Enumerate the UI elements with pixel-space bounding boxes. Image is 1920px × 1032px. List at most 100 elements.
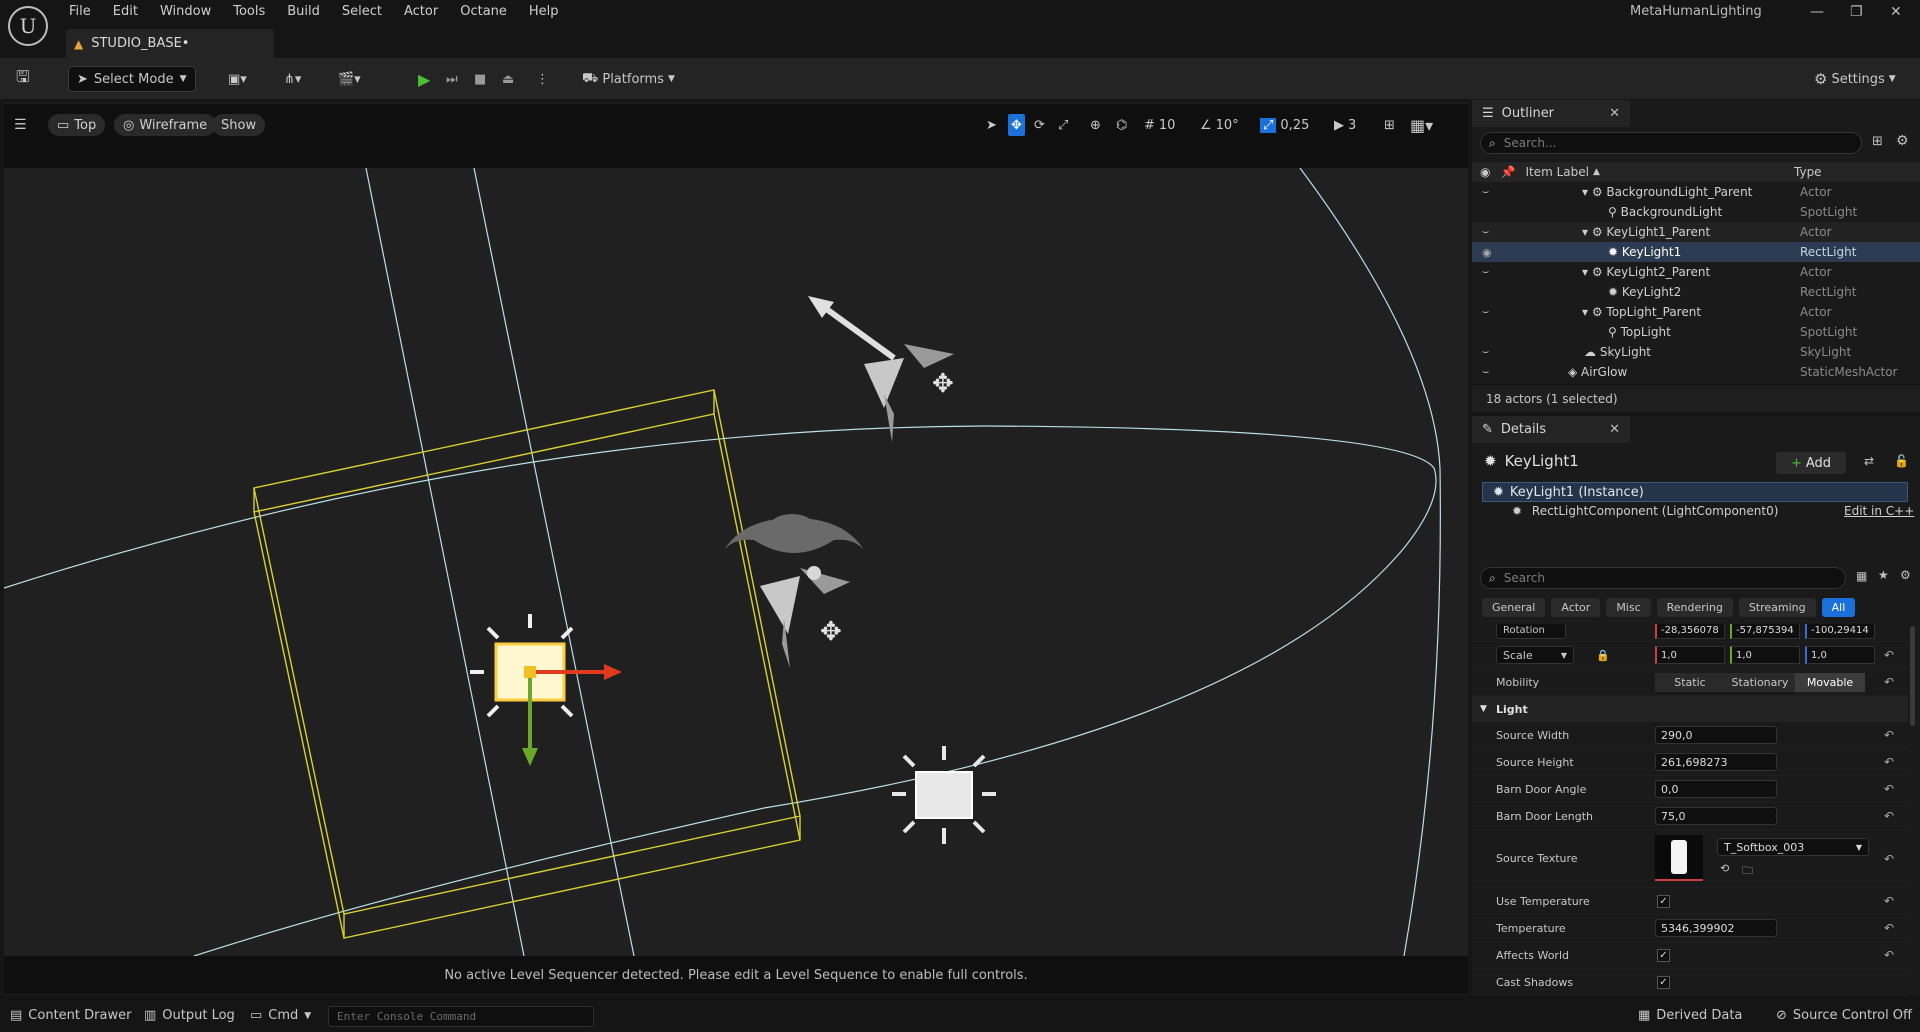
outliner-row[interactable]: ✹ KeyLight2 RectLight	[1472, 282, 1920, 302]
step-icon[interactable]: ⏭	[446, 66, 458, 92]
viewport-layout-icon[interactable]: ▦▾	[1410, 114, 1433, 136]
blueprint-icon[interactable]: ⇄	[1864, 454, 1874, 468]
stop-icon[interactable]: ■	[474, 66, 486, 92]
add-content-icon[interactable]: ▣▾	[228, 66, 247, 92]
menu-tools[interactable]: Tools	[222, 3, 276, 21]
scale-snap-button[interactable]: ⤢ 0,25	[1260, 114, 1309, 136]
menu-help[interactable]: Help	[518, 3, 570, 21]
outliner-row[interactable]: ⚲ TopLight SpotLight	[1472, 322, 1920, 342]
col-type[interactable]: Type	[1794, 165, 1822, 179]
hamburger-menu-icon[interactable]: ☰	[14, 114, 27, 136]
view-type-button[interactable]: ▭ Top	[48, 114, 106, 136]
reset-icon[interactable]: ↶	[1884, 648, 1894, 662]
cast-shadows-checkbox[interactable]: ✓	[1657, 975, 1670, 989]
show-button[interactable]: Show	[212, 114, 266, 136]
outliner-search-input[interactable]: ⌕ Search...	[1480, 132, 1862, 154]
add-component-button[interactable]: + Add	[1776, 452, 1846, 474]
unreal-logo-icon[interactable]: U	[8, 6, 48, 46]
reset-icon[interactable]: ↶	[1884, 755, 1894, 769]
play-icon[interactable]: ▶	[418, 66, 430, 92]
scale-tool-icon[interactable]: ⤢	[1058, 114, 1068, 136]
filter-actor[interactable]: Actor	[1551, 598, 1601, 617]
reset-icon[interactable]: ↶	[1884, 852, 1894, 866]
select-mode-dropdown[interactable]: ➤ Select Mode ▼	[68, 66, 196, 92]
visibility-icon[interactable]: ⌣	[1482, 225, 1489, 239]
rotation-dropdown[interactable]: Rotation	[1496, 624, 1566, 639]
visibility-icon[interactable]: ⌣	[1482, 365, 1489, 379]
visibility-icon[interactable]: ◉	[1480, 165, 1490, 179]
derived-data-button[interactable]: ▦ Derived Data	[1638, 1008, 1742, 1023]
source-width-input[interactable]: 290,0	[1655, 726, 1777, 744]
more-options-icon[interactable]: ⋮	[536, 66, 549, 92]
lock-icon[interactable]: 🔒	[1596, 649, 1610, 662]
new-folder-icon[interactable]: ⊞	[1872, 134, 1883, 149]
translate-tool-icon[interactable]: ✥	[1008, 114, 1025, 136]
reset-icon[interactable]: ↶	[1884, 948, 1894, 962]
use-temperature-checkbox[interactable]: ✓	[1657, 894, 1670, 908]
mobility-movable[interactable]: Movable	[1795, 673, 1865, 692]
outliner-row[interactable]: ⌣ ▾ ⚙ KeyLight1_Parent Actor	[1472, 222, 1920, 242]
expand-icon[interactable]: ▾	[1582, 305, 1592, 319]
visibility-icon[interactable]: ⌣	[1482, 265, 1489, 279]
grid-snap-button[interactable]: # 10	[1144, 114, 1175, 136]
outliner-row[interactable]: ⌣ ▾ ⚙ KeyLight2_Parent Actor	[1472, 262, 1920, 282]
col-item-label[interactable]: Item Label	[1525, 165, 1589, 179]
visibility-icon[interactable]: ◉	[1482, 246, 1492, 259]
keylight2-icon[interactable]	[892, 746, 996, 844]
gear-icon[interactable]: ⚙	[1900, 568, 1911, 582]
scale-dropdown[interactable]: Scale ▼	[1496, 646, 1574, 664]
pin-icon[interactable]: 📌	[1500, 165, 1515, 179]
settings-button[interactable]: ⚙ Settings ▼	[1814, 66, 1896, 92]
lock-icon[interactable]: 🔓	[1894, 454, 1909, 468]
use-selected-icon[interactable]: ⟲	[1720, 862, 1729, 875]
cinematics-icon[interactable]: 🎬▾	[338, 66, 361, 92]
outliner-row[interactable]: ⌣ ▾ ⚙ TopLight_Parent Actor	[1472, 302, 1920, 322]
visibility-icon[interactable]: ⌣	[1482, 185, 1489, 199]
menu-octane[interactable]: Octane	[449, 3, 518, 21]
camera-speed-button[interactable]: ▶ 3	[1334, 114, 1356, 136]
mobility-stationary[interactable]: Stationary	[1725, 673, 1795, 692]
reset-icon[interactable]: ↶	[1884, 809, 1894, 823]
filter-streaming[interactable]: Streaming	[1738, 598, 1816, 617]
outliner-row[interactable]: ⚲ BackgroundLight SpotLight	[1472, 202, 1920, 222]
close-icon[interactable]: ✕	[1609, 422, 1620, 437]
minimize-icon[interactable]: —	[1810, 4, 1824, 20]
level-viewport[interactable]: ☰ ▭ Top ◎ Wireframe Show ➤ ✥ ⟳ ⤢ ⊕ ⌬ # 1…	[4, 102, 1468, 995]
close-icon[interactable]: ✕	[1609, 106, 1620, 121]
outliner-row-selected[interactable]: ◉ ✹ KeyLight1 RectLight	[1472, 242, 1920, 262]
expand-icon[interactable]: ▾	[1582, 185, 1592, 199]
edit-cpp-link[interactable]: Edit in C++	[1844, 504, 1914, 518]
layout-icon[interactable]: ⊞	[1384, 114, 1395, 136]
reset-icon[interactable]: ↶	[1884, 782, 1894, 796]
reset-icon[interactable]: ↶	[1884, 675, 1894, 689]
expand-icon[interactable]: ▾	[1582, 225, 1592, 239]
rotation-y[interactable]: -57,875394	[1730, 624, 1800, 639]
visibility-icon[interactable]: ⌣	[1482, 345, 1489, 359]
component-row[interactable]: ✹ RectLightComponent (LightComponent0)	[1512, 504, 1778, 518]
details-search-input[interactable]: ⌕ Search	[1480, 567, 1846, 589]
menu-edit[interactable]: Edit	[102, 3, 149, 21]
world-space-icon[interactable]: ⊕	[1090, 114, 1101, 136]
rotation-snap-button[interactable]: ∠ 10°	[1200, 114, 1239, 136]
filter-all[interactable]: All	[1821, 598, 1856, 617]
menu-window[interactable]: Window	[149, 3, 222, 21]
menu-build[interactable]: Build	[276, 3, 331, 21]
visibility-icon[interactable]: ⌣	[1482, 305, 1489, 319]
reset-icon[interactable]: ↶	[1884, 921, 1894, 935]
spotlight-middle-icon[interactable]: ✥	[760, 566, 850, 668]
close-window-icon[interactable]: ✕	[1890, 4, 1902, 20]
platforms-button[interactable]: ⛟ Platforms ▼	[582, 66, 675, 92]
rotate-tool-icon[interactable]: ⟳	[1034, 114, 1045, 136]
texture-thumbnail[interactable]	[1655, 835, 1703, 881]
temperature-input[interactable]: 5346,399902	[1655, 919, 1777, 937]
reset-icon[interactable]: ↶	[1884, 894, 1894, 908]
browse-icon[interactable]: 🗀	[1742, 862, 1753, 881]
cmd-dropdown[interactable]: ▭ Cmd ▼	[250, 1008, 311, 1023]
blueprint-icon[interactable]: ⋔▾	[284, 66, 301, 92]
view-mode-button[interactable]: ◎ Wireframe	[114, 114, 217, 136]
spotlight-top-icon[interactable]: ✥	[808, 296, 954, 442]
mobility-static[interactable]: Static	[1655, 673, 1725, 692]
filter-misc[interactable]: Misc	[1606, 598, 1651, 617]
restore-icon[interactable]: ❐	[1850, 4, 1863, 20]
texture-dropdown[interactable]: T_Softbox_003 ▼	[1717, 838, 1869, 856]
